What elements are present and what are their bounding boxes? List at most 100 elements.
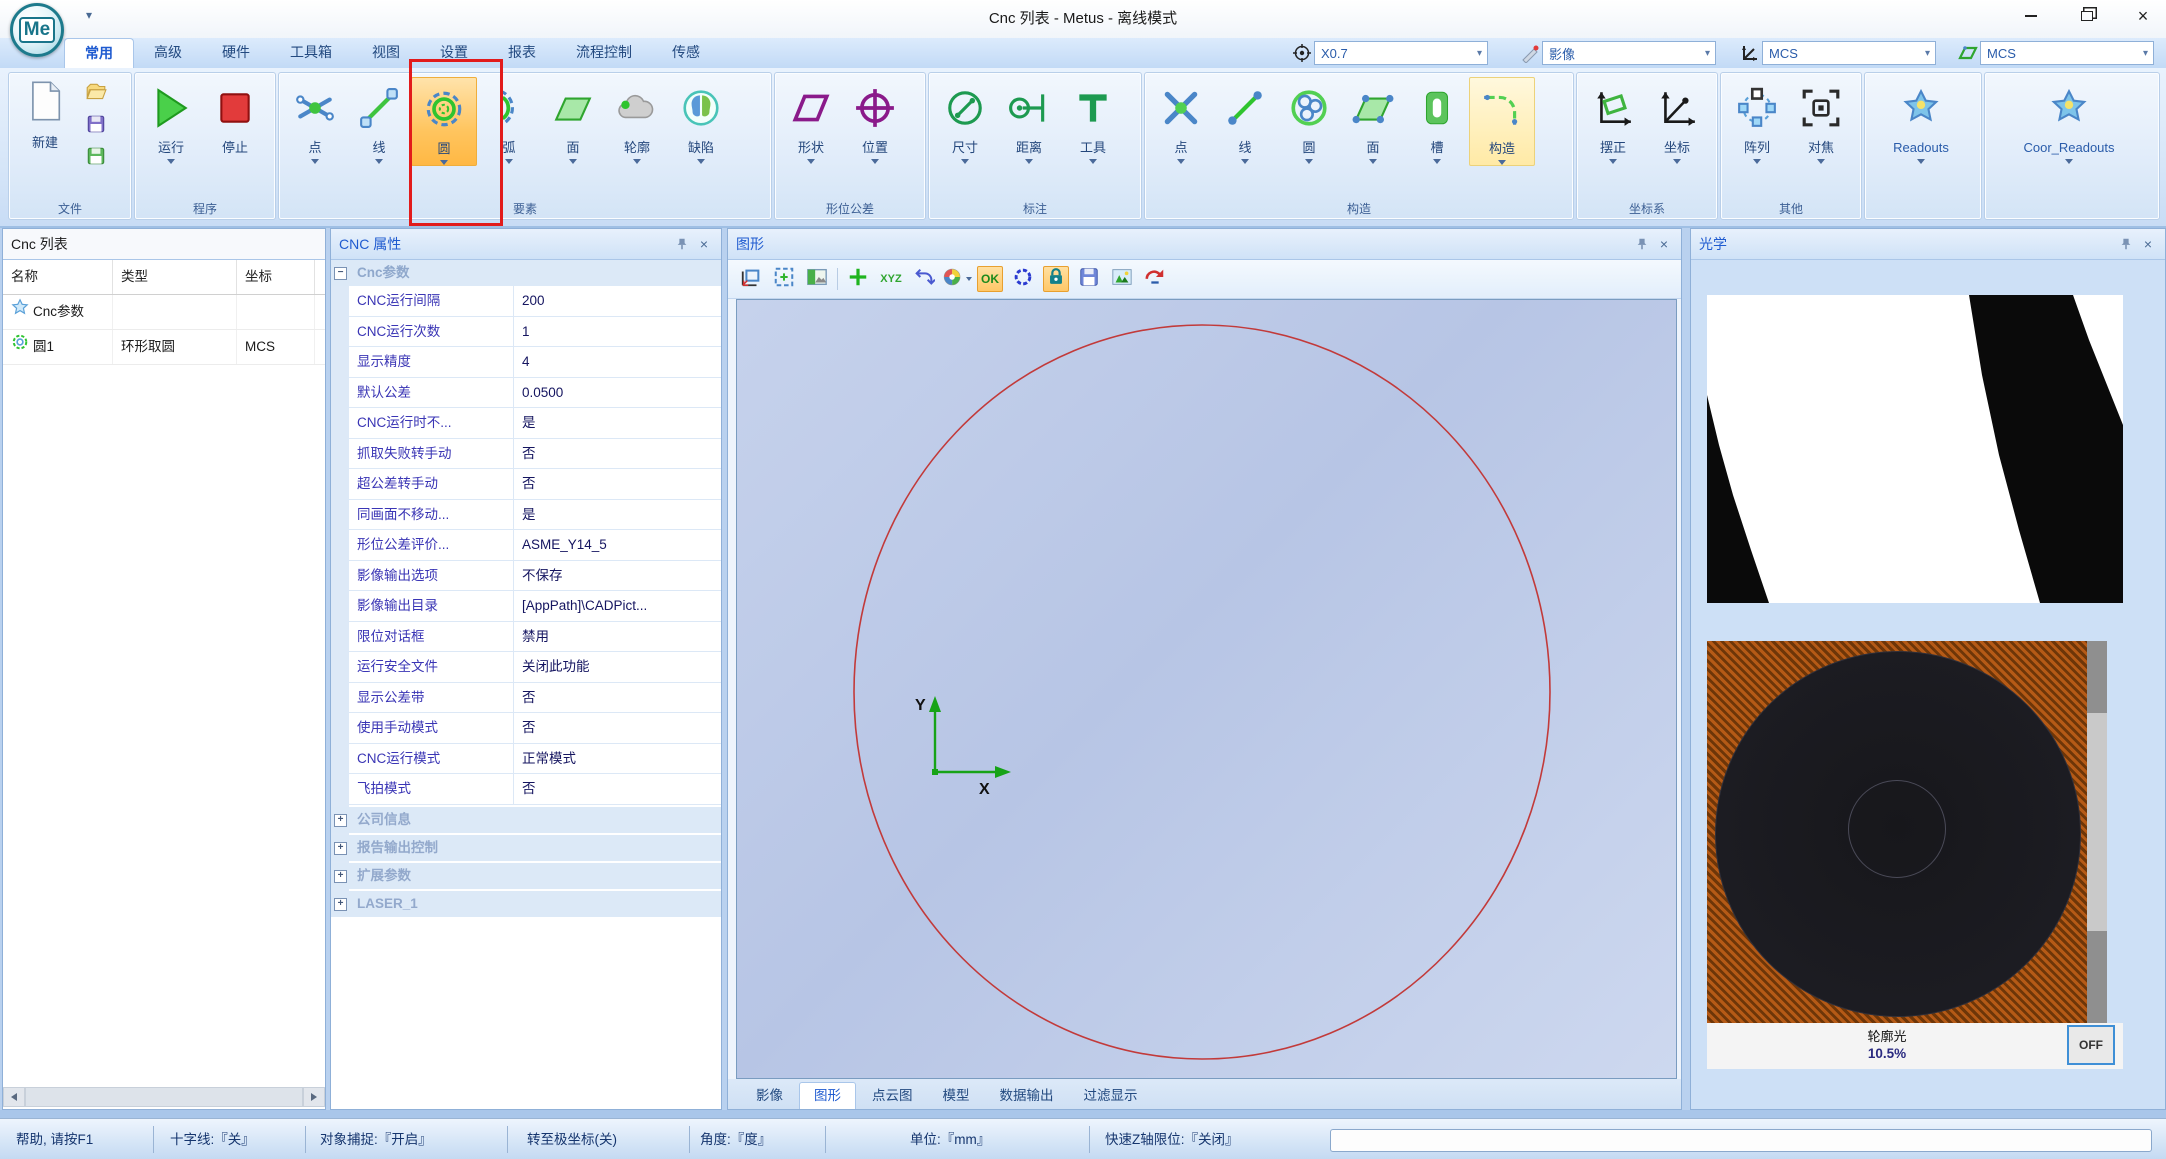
property-section-header[interactable]: − Cnc参数: [331, 260, 721, 286]
dropdown-arrow-icon[interactable]: [1089, 159, 1097, 164]
property-row[interactable]: 同画面不移动...是: [349, 500, 721, 531]
rotate-ring-button[interactable]: [1010, 266, 1036, 292]
construct-generic-button[interactable]: 构造: [1469, 77, 1535, 166]
property-row[interactable]: CNC运行次数1: [349, 317, 721, 348]
construct-line-button[interactable]: 线: [1213, 77, 1277, 166]
coor-readouts-button[interactable]: Coor_Readouts: [1989, 77, 2149, 164]
dropdown-arrow-icon[interactable]: [375, 159, 383, 164]
dropdown-arrow-icon[interactable]: [505, 159, 513, 164]
save-all-button[interactable]: [83, 145, 109, 171]
dropdown-arrow-icon[interactable]: [569, 159, 577, 164]
dropdown-arrow-icon[interactable]: [1369, 159, 1377, 164]
dropdown-arrow-icon[interactable]: [1025, 159, 1033, 164]
ribbon-tab[interactable]: 硬件: [202, 38, 270, 68]
coordinate-button[interactable]: 坐标: [1645, 77, 1709, 164]
zoom-extents-button[interactable]: [771, 266, 797, 292]
table-row[interactable]: Cnc参数: [3, 295, 325, 330]
graphics-tab-item[interactable]: 模型: [929, 1083, 984, 1109]
zoom-region-button[interactable]: [738, 266, 764, 292]
tool-button[interactable]: 工具: [1061, 77, 1125, 164]
position-tolerance-button[interactable]: 位置: [843, 77, 907, 164]
graphics-canvas[interactable]: Y X: [736, 299, 1677, 1079]
property-collapsed-section[interactable]: +扩展参数: [331, 863, 721, 889]
graphics-tab-item[interactable]: 影像: [742, 1083, 797, 1109]
status-polar-toggle[interactable]: 转至极坐标(关): [527, 1119, 617, 1159]
scroll-left-icon[interactable]: [3, 1087, 25, 1107]
status-length-unit[interactable]: 单位:『mm』: [910, 1119, 990, 1159]
lock-view-button[interactable]: [1043, 266, 1069, 292]
status-z-limit-toggle[interactable]: 快速Z轴限位:『关闭』: [1105, 1119, 1239, 1159]
ribbon-tab[interactable]: 流程控制: [556, 38, 652, 68]
redo-arrow-button[interactable]: [1142, 266, 1168, 292]
camera-vscrollbar[interactable]: [2087, 641, 2107, 1023]
table-row[interactable]: 圆1环形取圆MCS: [3, 330, 325, 365]
dropdown-arrow-icon[interactable]: [1177, 159, 1185, 164]
view-image-button[interactable]: [804, 266, 830, 292]
property-row[interactable]: 抓取失败转手动否: [349, 439, 721, 470]
property-row[interactable]: 默认公差0.0500: [349, 378, 721, 409]
dropdown-arrow-icon[interactable]: [167, 159, 175, 164]
expand-icon[interactable]: +: [334, 898, 347, 911]
column-header[interactable]: 名称: [3, 260, 113, 294]
property-row[interactable]: 使用手动模式否: [349, 713, 721, 744]
property-row[interactable]: 飞拍模式否: [349, 774, 721, 805]
status-crosshair-toggle[interactable]: 十字线:『关』: [170, 1119, 255, 1159]
dropdown-arrow-icon[interactable]: [1305, 159, 1313, 164]
plane-feature-button[interactable]: 面: [541, 77, 605, 166]
run-button[interactable]: 运行: [139, 77, 203, 164]
property-row[interactable]: 运行安全文件关闭此功能: [349, 652, 721, 683]
probe-combo-box[interactable]: 影像▾: [1542, 41, 1716, 65]
column-header[interactable]: 类型: [113, 260, 237, 294]
dropdown-arrow-icon[interactable]: [1241, 159, 1249, 164]
graphics-tab-active[interactable]: 图形: [799, 1082, 856, 1109]
readouts-button[interactable]: Readouts: [1869, 77, 1973, 164]
dropdown-arrow-icon[interactable]: [961, 159, 969, 164]
ribbon-tab[interactable]: 常用: [64, 38, 134, 68]
graphics-tab-item[interactable]: 数据输出: [986, 1083, 1068, 1109]
construct-slot-button[interactable]: 槽: [1405, 77, 1469, 166]
expand-icon[interactable]: +: [334, 870, 347, 883]
pan-arrows-button[interactable]: [911, 266, 937, 292]
cnc-list-hscrollbar[interactable]: [3, 1087, 325, 1107]
construct-circle-button[interactable]: 圆: [1277, 77, 1341, 166]
property-row[interactable]: CNC运行时不...是: [349, 408, 721, 439]
property-row[interactable]: 显示公差带否: [349, 683, 721, 714]
dropdown-arrow-icon[interactable]: [311, 159, 319, 164]
new-file-button[interactable]: 新建: [17, 79, 73, 151]
dimension-button[interactable]: 尺寸: [933, 77, 997, 164]
focus-button[interactable]: 对焦: [1789, 77, 1853, 164]
shape-tolerance-button[interactable]: 形状: [779, 77, 843, 164]
ribbon-tab[interactable]: 传感: [652, 38, 720, 68]
dropdown-arrow-icon[interactable]: [1673, 159, 1681, 164]
align-button[interactable]: 摆正: [1581, 77, 1645, 164]
save-file-button[interactable]: [83, 113, 109, 139]
minimize-button[interactable]: [2016, 4, 2046, 28]
scene-view-button[interactable]: [1109, 266, 1135, 292]
magnification-combo-box[interactable]: X0.7▾: [1314, 41, 1488, 65]
construct-plane-button[interactable]: 面: [1341, 77, 1405, 166]
line-feature-button[interactable]: 线: [347, 77, 411, 166]
graphics-tab-item[interactable]: 点云图: [858, 1083, 927, 1109]
status-object-snap-toggle[interactable]: 对象捕捉:『开启』: [320, 1119, 432, 1159]
construct-point-button[interactable]: 点: [1149, 77, 1213, 166]
confirm-ok-button[interactable]: OK: [977, 266, 1003, 292]
dropdown-arrow-icon[interactable]: [1917, 159, 1925, 164]
contour-feature-button[interactable]: 轮廓: [605, 77, 669, 166]
array-pattern-button[interactable]: 阵列: [1725, 77, 1789, 164]
save-view-button[interactable]: [1076, 266, 1102, 292]
xyz-readout-button[interactable]: XYZ: [878, 266, 904, 292]
app-logo[interactable]: Me: [10, 3, 64, 57]
panel-close-icon[interactable]: ×: [1655, 235, 1673, 253]
property-row[interactable]: 形位公差评价...ASME_Y14_5: [349, 530, 721, 561]
property-row[interactable]: 显示精度4: [349, 347, 721, 378]
collapse-icon[interactable]: −: [334, 267, 347, 280]
add-cross-button[interactable]: [845, 266, 871, 292]
property-row[interactable]: CNC运行间隔200: [349, 286, 721, 317]
property-collapsed-section[interactable]: +报告输出控制: [331, 835, 721, 861]
vscroll-thumb-top[interactable]: [2087, 641, 2107, 713]
graphics-tab-item[interactable]: 过滤显示: [1070, 1083, 1152, 1109]
expand-icon[interactable]: +: [334, 814, 347, 827]
ribbon-tab[interactable]: 工具箱: [270, 38, 352, 68]
pin-icon[interactable]: [1633, 235, 1651, 253]
dropdown-arrow-icon[interactable]: [697, 159, 705, 164]
